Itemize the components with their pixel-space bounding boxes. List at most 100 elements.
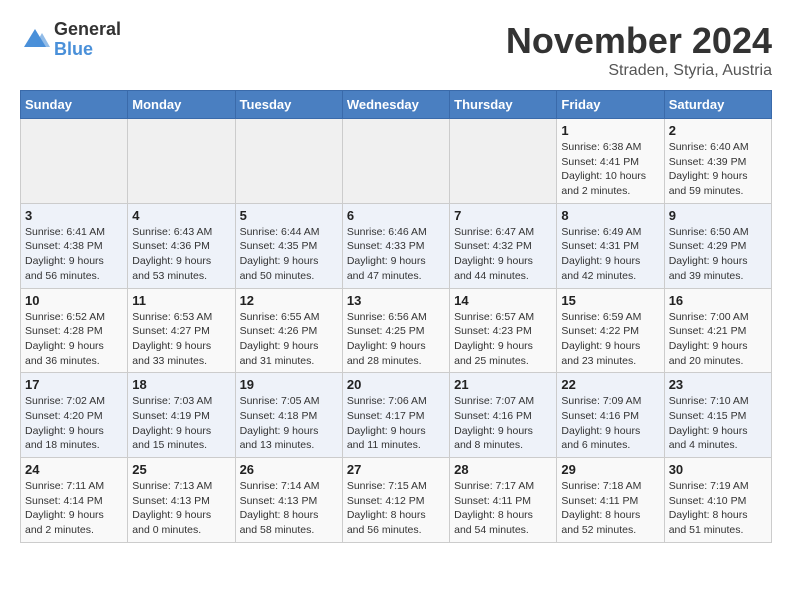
calendar-header: SundayMondayTuesdayWednesdayThursdayFrid… xyxy=(21,91,772,119)
calendar-cell: 27 Sunrise: 7:15 AM Sunset: 4:12 PM Dayli… xyxy=(342,458,449,543)
calendar-cell: 20Sunrise: 7:06 AM Sunset: 4:17 PM Dayli… xyxy=(342,373,449,458)
calendar-cell: 3 Sunrise: 6:41 AM Sunset: 4:38 PM Daylig… xyxy=(21,203,128,288)
day-info: Sunrise: 7:00 AM Sunset: 4:21 PM Dayligh… xyxy=(669,310,767,369)
calendar-cell: 2 Sunrise: 6:40 AM Sunset: 4:39 PM Daylig… xyxy=(664,119,771,204)
day-info: Sunrise: 7:10 AM Sunset: 4:15 PM Dayligh… xyxy=(669,394,767,453)
day-info: Sunrise: 6:41 AM Sunset: 4:38 PM Dayligh… xyxy=(25,225,123,284)
calendar-cell: 17 Sunrise: 7:02 AM Sunset: 4:20 PM Dayli… xyxy=(21,373,128,458)
calendar-cell: 28Sunrise: 7:17 AM Sunset: 4:11 PM Dayli… xyxy=(450,458,557,543)
calendar-cell: 14 Sunrise: 6:57 AM Sunset: 4:23 PM Dayli… xyxy=(450,288,557,373)
calendar-cell: 15 Sunrise: 6:59 AM Sunset: 4:22 PM Dayli… xyxy=(557,288,664,373)
calendar-week: 24 Sunrise: 7:11 AM Sunset: 4:14 PM Dayli… xyxy=(21,458,772,543)
day-number: 6 xyxy=(347,208,445,223)
day-info: Sunrise: 7:06 AM Sunset: 4:17 PM Dayligh… xyxy=(347,394,445,453)
day-info: Sunrise: 7:02 AM Sunset: 4:20 PM Dayligh… xyxy=(25,394,123,453)
page-subtitle: Straden, Styria, Austria xyxy=(506,62,772,80)
day-number: 14 xyxy=(454,293,552,308)
calendar-cell: 24 Sunrise: 7:11 AM Sunset: 4:14 PM Dayli… xyxy=(21,458,128,543)
day-number: 24 xyxy=(25,462,123,477)
day-number: 12 xyxy=(240,293,338,308)
day-info: Sunrise: 6:52 AM Sunset: 4:28 PM Dayligh… xyxy=(25,310,123,369)
calendar-week: 1Sunrise: 6:38 AM Sunset: 4:41 PM Daylig… xyxy=(21,119,772,204)
calendar-cell: 13 Sunrise: 6:56 AM Sunset: 4:25 PM Dayli… xyxy=(342,288,449,373)
day-info: Sunrise: 7:19 AM Sunset: 4:10 PM Dayligh… xyxy=(669,479,767,538)
calendar-cell: 22 Sunrise: 7:09 AM Sunset: 4:16 PM Dayli… xyxy=(557,373,664,458)
day-info: Sunrise: 6:56 AM Sunset: 4:25 PM Dayligh… xyxy=(347,310,445,369)
logo-icon xyxy=(20,25,50,55)
day-number: 7 xyxy=(454,208,552,223)
calendar-cell: 18 Sunrise: 7:03 AM Sunset: 4:19 PM Dayli… xyxy=(128,373,235,458)
day-info: Sunrise: 7:09 AM Sunset: 4:16 PM Dayligh… xyxy=(561,394,659,453)
day-info: Sunrise: 7:05 AM Sunset: 4:18 PM Dayligh… xyxy=(240,394,338,453)
day-number: 26 xyxy=(240,462,338,477)
calendar-cell: 11Sunrise: 6:53 AM Sunset: 4:27 PM Dayli… xyxy=(128,288,235,373)
day-info: Sunrise: 6:49 AM Sunset: 4:31 PM Dayligh… xyxy=(561,225,659,284)
day-number: 23 xyxy=(669,377,767,392)
weekday-header: Thursday xyxy=(450,91,557,119)
calendar-body: 1Sunrise: 6:38 AM Sunset: 4:41 PM Daylig… xyxy=(21,119,772,543)
day-number: 16 xyxy=(669,293,767,308)
day-info: Sunrise: 7:18 AM Sunset: 4:11 PM Dayligh… xyxy=(561,479,659,538)
calendar-cell: 6Sunrise: 6:46 AM Sunset: 4:33 PM Daylig… xyxy=(342,203,449,288)
day-info: Sunrise: 6:44 AM Sunset: 4:35 PM Dayligh… xyxy=(240,225,338,284)
day-info: Sunrise: 7:11 AM Sunset: 4:14 PM Dayligh… xyxy=(25,479,123,538)
weekday-header: Saturday xyxy=(664,91,771,119)
day-number: 19 xyxy=(240,377,338,392)
weekday-header: Wednesday xyxy=(342,91,449,119)
day-number: 2 xyxy=(669,123,767,138)
day-number: 8 xyxy=(561,208,659,223)
day-info: Sunrise: 7:03 AM Sunset: 4:19 PM Dayligh… xyxy=(132,394,230,453)
calendar-cell: 19 Sunrise: 7:05 AM Sunset: 4:18 PM Dayli… xyxy=(235,373,342,458)
title-block: November 2024 Straden, Styria, Austria xyxy=(506,20,772,80)
day-number: 1 xyxy=(561,123,659,138)
calendar-cell: 12 Sunrise: 6:55 AM Sunset: 4:26 PM Dayli… xyxy=(235,288,342,373)
day-info: Sunrise: 7:17 AM Sunset: 4:11 PM Dayligh… xyxy=(454,479,552,538)
calendar-cell: 16 Sunrise: 7:00 AM Sunset: 4:21 PM Dayli… xyxy=(664,288,771,373)
day-info: Sunrise: 6:43 AM Sunset: 4:36 PM Dayligh… xyxy=(132,225,230,284)
day-number: 11 xyxy=(132,293,230,308)
day-info: Sunrise: 7:14 AM Sunset: 4:13 PM Dayligh… xyxy=(240,479,338,538)
day-number: 9 xyxy=(669,208,767,223)
day-number: 15 xyxy=(561,293,659,308)
logo-text: General Blue xyxy=(54,20,121,60)
calendar-cell: 7Sunrise: 6:47 AM Sunset: 4:32 PM Daylig… xyxy=(450,203,557,288)
calendar-cell xyxy=(342,119,449,204)
calendar-cell: 1Sunrise: 6:38 AM Sunset: 4:41 PM Daylig… xyxy=(557,119,664,204)
calendar-cell xyxy=(128,119,235,204)
page-header: General Blue November 2024 Straden, Styr… xyxy=(20,20,772,80)
day-number: 21 xyxy=(454,377,552,392)
calendar-cell: 29Sunrise: 7:18 AM Sunset: 4:11 PM Dayli… xyxy=(557,458,664,543)
calendar-cell: 9 Sunrise: 6:50 AM Sunset: 4:29 PM Daylig… xyxy=(664,203,771,288)
calendar-table: SundayMondayTuesdayWednesdayThursdayFrid… xyxy=(20,90,772,543)
day-info: Sunrise: 6:55 AM Sunset: 4:26 PM Dayligh… xyxy=(240,310,338,369)
weekday-header: Tuesday xyxy=(235,91,342,119)
calendar-cell: 8 Sunrise: 6:49 AM Sunset: 4:31 PM Daylig… xyxy=(557,203,664,288)
calendar-cell: 25 Sunrise: 7:13 AM Sunset: 4:13 PM Dayli… xyxy=(128,458,235,543)
day-info: Sunrise: 6:50 AM Sunset: 4:29 PM Dayligh… xyxy=(669,225,767,284)
day-number: 18 xyxy=(132,377,230,392)
calendar-cell: 21Sunrise: 7:07 AM Sunset: 4:16 PM Dayli… xyxy=(450,373,557,458)
calendar-cell: 26 Sunrise: 7:14 AM Sunset: 4:13 PM Dayli… xyxy=(235,458,342,543)
day-info: Sunrise: 7:13 AM Sunset: 4:13 PM Dayligh… xyxy=(132,479,230,538)
day-info: Sunrise: 6:59 AM Sunset: 4:22 PM Dayligh… xyxy=(561,310,659,369)
calendar-cell: 23 Sunrise: 7:10 AM Sunset: 4:15 PM Dayli… xyxy=(664,373,771,458)
calendar-cell: 4 Sunrise: 6:43 AM Sunset: 4:36 PM Daylig… xyxy=(128,203,235,288)
day-number: 22 xyxy=(561,377,659,392)
day-number: 17 xyxy=(25,377,123,392)
calendar-cell: 10Sunrise: 6:52 AM Sunset: 4:28 PM Dayli… xyxy=(21,288,128,373)
day-info: Sunrise: 7:15 AM Sunset: 4:12 PM Dayligh… xyxy=(347,479,445,538)
page-title: November 2024 xyxy=(506,20,772,62)
day-number: 13 xyxy=(347,293,445,308)
day-info: Sunrise: 6:40 AM Sunset: 4:39 PM Dayligh… xyxy=(669,140,767,199)
logo-line1: General xyxy=(54,20,121,40)
day-number: 4 xyxy=(132,208,230,223)
day-info: Sunrise: 6:57 AM Sunset: 4:23 PM Dayligh… xyxy=(454,310,552,369)
day-number: 3 xyxy=(25,208,123,223)
calendar-week: 17 Sunrise: 7:02 AM Sunset: 4:20 PM Dayli… xyxy=(21,373,772,458)
header-row: SundayMondayTuesdayWednesdayThursdayFrid… xyxy=(21,91,772,119)
weekday-header: Monday xyxy=(128,91,235,119)
day-number: 25 xyxy=(132,462,230,477)
day-number: 27 xyxy=(347,462,445,477)
logo-line2: Blue xyxy=(54,40,121,60)
day-number: 5 xyxy=(240,208,338,223)
